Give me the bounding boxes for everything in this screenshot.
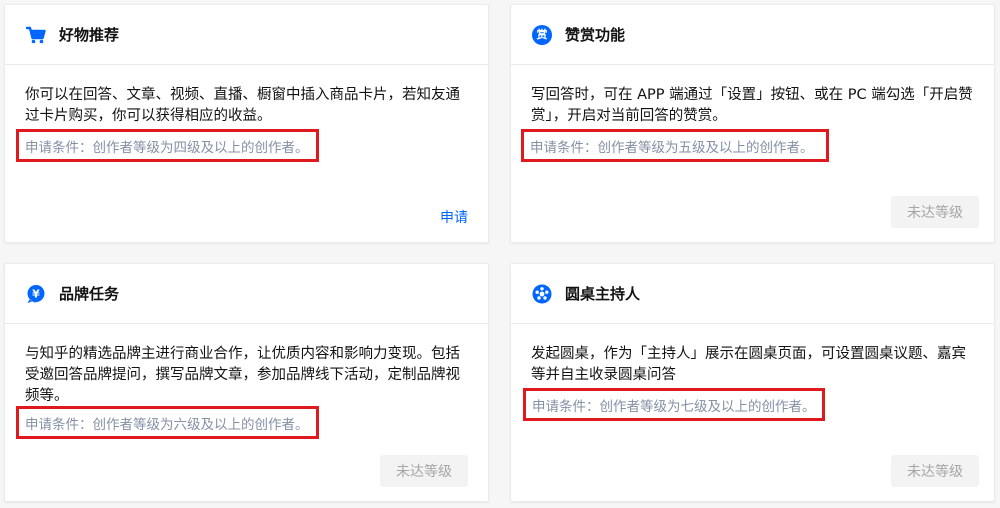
condition-text: 申请条件：创作者等级为六级及以上的创作者。 xyxy=(25,416,309,433)
condition-highlight: 申请条件：创作者等级为七级及以上的创作者。 xyxy=(523,388,825,421)
card-title: 赞赏功能 xyxy=(565,26,626,44)
card-header: 赏 赞赏功能 xyxy=(511,5,994,65)
card-header: 圆桌主持人 xyxy=(511,264,994,324)
condition-highlight: 申请条件：创作者等级为五级及以上的创作者。 xyxy=(521,129,829,162)
condition-highlight: 申请条件：创作者等级为四级及以上的创作者。 xyxy=(16,129,319,162)
card-reward: 赏 赞赏功能 写回答时，可在 APP 端通过「设置」按钮、或在 PC 端勾选「开… xyxy=(510,4,995,243)
card-title: 好物推荐 xyxy=(59,26,120,44)
condition-text: 申请条件：创作者等级为四级及以上的创作者。 xyxy=(25,139,309,156)
card-description: 发起圆桌，作为「主持人」展示在圆桌页面，可设置圆桌议题、嘉宾等并自主收录圆桌问答 xyxy=(531,346,966,383)
reward-icon: 赏 xyxy=(531,24,553,46)
card-description: 与知乎的精选品牌主进行商业合作，让优质内容和影响力变现。包括受邀回答品牌提问，撰… xyxy=(25,346,460,404)
brand-task-icon: ¥ xyxy=(25,283,47,305)
not-qualified-button[interactable]: 未达等级 xyxy=(891,196,979,228)
card-description: 你可以在回答、文章、视频、直播、橱窗中插入商品卡片，若知友通过卡片购买，你可以获… xyxy=(25,87,460,124)
card-header: 好物推荐 xyxy=(5,5,488,65)
not-qualified-button[interactable]: 未达等级 xyxy=(891,455,979,487)
card-title: 圆桌主持人 xyxy=(565,285,641,303)
not-qualified-button[interactable]: 未达等级 xyxy=(380,455,468,487)
roundtable-icon xyxy=(531,283,553,305)
svg-text:¥: ¥ xyxy=(32,287,40,300)
card-brand-task: ¥ 品牌任务 与知乎的精选品牌主进行商业合作，让优质内容和影响力变现。包括受邀回… xyxy=(4,263,489,502)
apply-link[interactable]: 申请 xyxy=(440,207,468,227)
condition-text: 申请条件：创作者等级为五级及以上的创作者。 xyxy=(530,139,814,156)
card-roundtable-host: 圆桌主持人 发起圆桌，作为「主持人」展示在圆桌页面，可设置圆桌议题、嘉宾等并自主… xyxy=(510,263,995,502)
condition-highlight: 申请条件：创作者等级为六级及以上的创作者。 xyxy=(16,406,319,439)
card-description: 写回答时，可在 APP 端通过「设置」按钮、或在 PC 端勾选「开启赞赏」，开启… xyxy=(531,87,973,124)
card-goods-recommend: 好物推荐 你可以在回答、文章、视频、直播、橱窗中插入商品卡片，若知友通过卡片购买… xyxy=(4,4,489,243)
shopping-cart-icon xyxy=(25,24,47,46)
condition-text: 申请条件：创作者等级为七级及以上的创作者。 xyxy=(532,398,816,415)
card-title: 品牌任务 xyxy=(59,285,120,303)
card-header: ¥ 品牌任务 xyxy=(5,264,488,324)
